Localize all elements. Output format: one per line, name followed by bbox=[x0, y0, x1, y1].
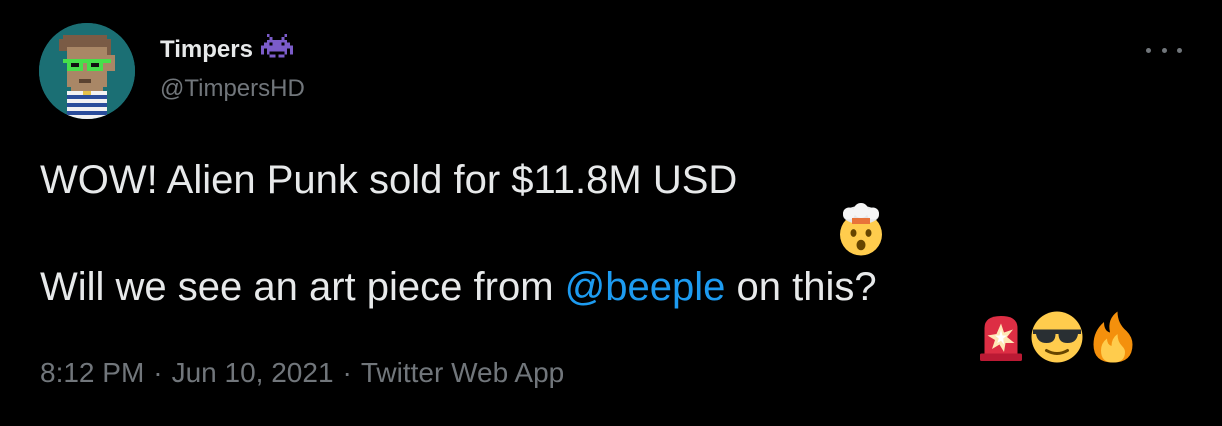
separator-dot: · bbox=[342, 357, 352, 388]
separator-dot: · bbox=[153, 357, 163, 388]
tweet-text: WOW! Alien Punk sold for $11.8M USD Will… bbox=[40, 153, 1190, 363]
tweet-source-link[interactable]: Twitter Web App bbox=[361, 356, 564, 390]
tweet-line-1-text: WOW! Alien Punk sold for $11.8M USD bbox=[40, 158, 738, 202]
pixel-punk-avatar-icon bbox=[39, 23, 135, 119]
name-row: Timpers bbox=[160, 34, 305, 66]
tweet-line-2: Will we see an art piece from @beeple on… bbox=[40, 260, 1190, 363]
sunglasses-face-emoji-icon bbox=[941, 260, 1082, 363]
avatar[interactable] bbox=[39, 23, 135, 119]
space-invader-icon bbox=[260, 34, 293, 66]
more-dot-icon bbox=[1177, 47, 1182, 53]
tweet-time[interactable]: 8:12 PM bbox=[40, 356, 144, 390]
more-dot-icon bbox=[1161, 47, 1167, 53]
tweet-date[interactable]: Jun 10, 2021 bbox=[172, 356, 334, 390]
exploding-head-emoji-icon bbox=[745, 153, 883, 256]
tweet-line-2-suffix: on this? bbox=[725, 265, 877, 309]
police-light-emoji-icon bbox=[885, 260, 1022, 361]
tweet-meta: 8:12 PM · Jun 10, 2021 · Twitter Web App bbox=[40, 356, 564, 390]
display-name[interactable]: Timpers bbox=[160, 35, 253, 65]
fire-emoji-icon bbox=[997, 260, 1132, 363]
more-options-button[interactable] bbox=[1146, 42, 1182, 58]
user-handle[interactable]: @TimpersHD bbox=[160, 74, 305, 104]
author-block: Timpers @TimpersHD bbox=[160, 34, 305, 104]
tweet-card: Timpers @TimpersHD WOW! Alien Punk sold … bbox=[0, 0, 1222, 403]
mention-link[interactable]: @beeple bbox=[565, 262, 726, 312]
tweet-line-2-prefix: Will we see an art piece from bbox=[40, 265, 565, 309]
more-dot-icon bbox=[1146, 47, 1151, 53]
tweet-line-1: WOW! Alien Punk sold for $11.8M USD bbox=[40, 153, 1190, 256]
